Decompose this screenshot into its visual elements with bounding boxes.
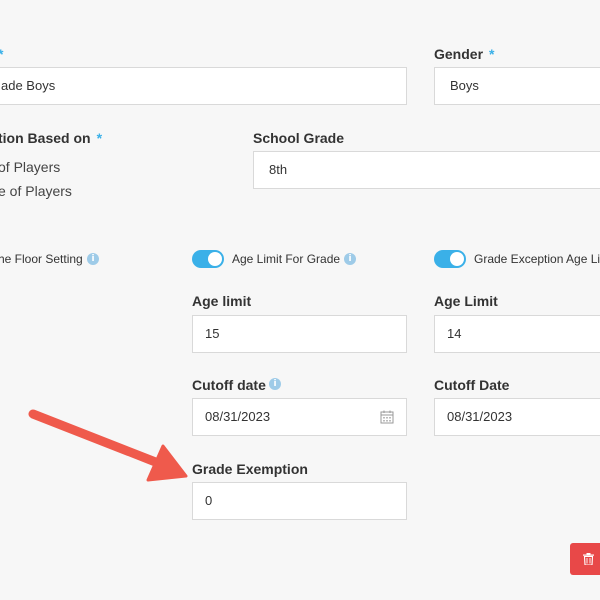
arrow-annotation <box>28 409 188 482</box>
